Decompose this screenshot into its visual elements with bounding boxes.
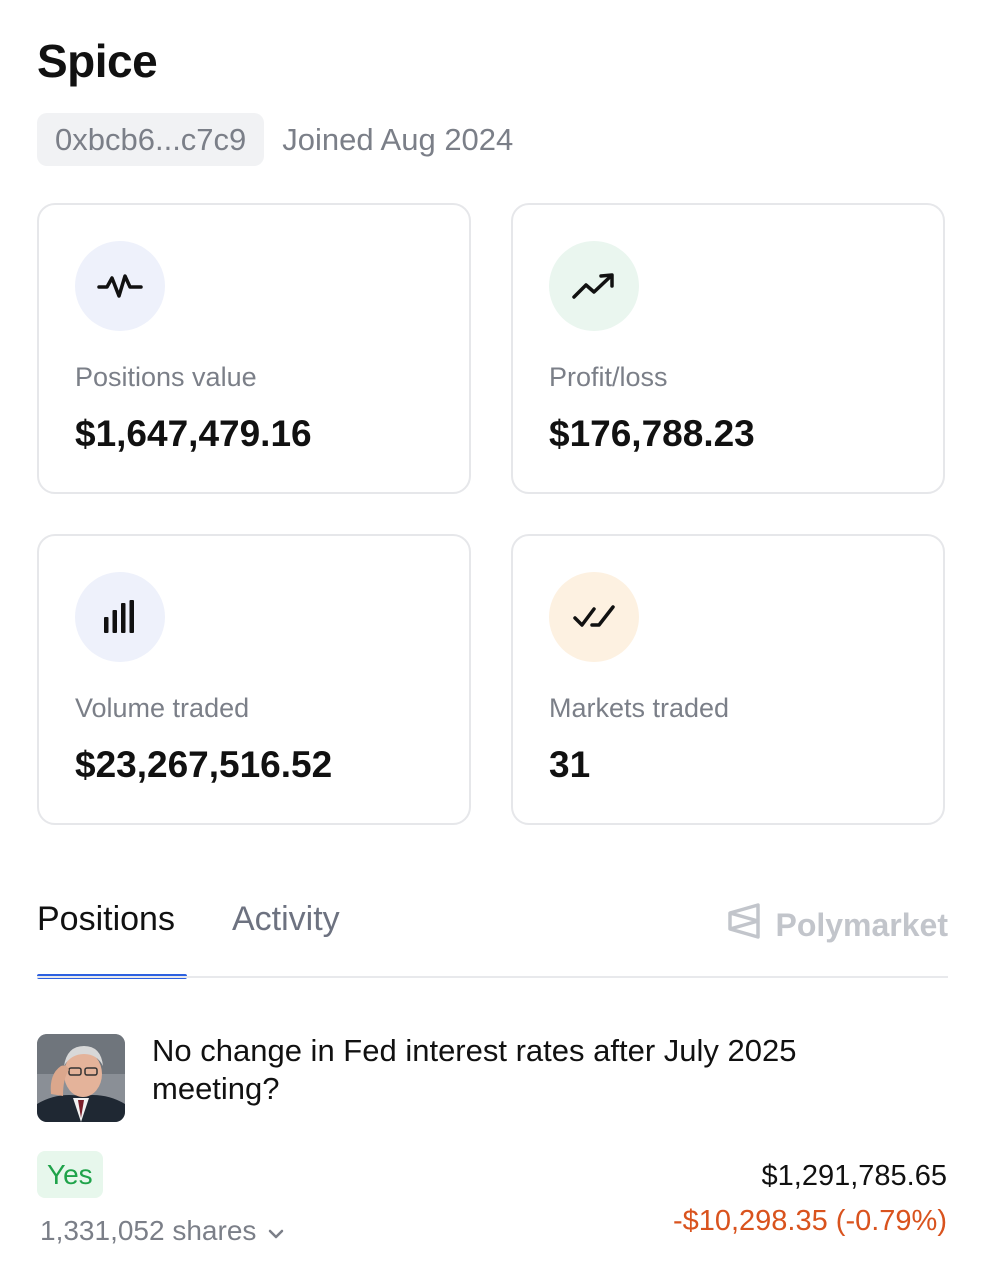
markets-traded-card: Markets traded 31	[511, 534, 945, 825]
position-value: $1,291,785.65	[761, 1160, 947, 1192]
trending-up-icon	[549, 241, 639, 331]
activity-pulse-icon	[75, 241, 165, 331]
stat-value: $176,788.23	[549, 413, 755, 454]
market-thumbnail[interactable]	[37, 1034, 125, 1122]
tab-positions[interactable]: Positions	[37, 900, 175, 939]
tabs-divider	[37, 976, 948, 978]
double-check-icon	[549, 572, 639, 662]
bar-chart-icon	[75, 572, 165, 662]
joined-date: Joined Aug 2024	[282, 121, 514, 157]
polymarket-brand-label: Polymarket	[775, 906, 948, 943]
outcome-badge: Yes	[37, 1151, 103, 1198]
shares-count: 1,331,052 shares	[40, 1215, 257, 1246]
tab-activity[interactable]: Activity	[232, 900, 340, 939]
volume-traded-card: Volume traded $23,267,516.52	[37, 534, 471, 825]
stat-value: $23,267,516.52	[75, 744, 333, 785]
profile-meta: 0xbcb6...c7c9 Joined Aug 2024	[37, 113, 513, 166]
positions-value-card: Positions value $1,647,479.16	[37, 203, 471, 494]
stat-label: Positions value	[75, 362, 257, 392]
market-title[interactable]: No change in Fed interest rates after Ju…	[152, 1032, 912, 1108]
stat-label: Markets traded	[549, 693, 730, 723]
shares-toggle[interactable]: 1,331,052 shares	[40, 1215, 284, 1247]
stat-label: Volume traded	[75, 693, 250, 723]
polymarket-logo-icon	[727, 902, 761, 948]
profit-loss-card: Profit/loss $176,788.23	[511, 203, 945, 494]
chevron-down-icon	[268, 1215, 284, 1247]
position-pnl: -$10,298.35 (-0.79%)	[672, 1205, 947, 1237]
tab-bar: Positions Activity Polymarket	[37, 890, 948, 980]
polymarket-brand[interactable]: Polymarket	[727, 902, 948, 948]
profile-name: Spice	[37, 35, 158, 87]
stat-value: 31	[549, 744, 591, 785]
stat-label: Profit/loss	[549, 362, 668, 392]
stat-value: $1,647,479.16	[75, 413, 312, 454]
wallet-address-chip[interactable]: 0xbcb6...c7c9	[37, 113, 265, 166]
